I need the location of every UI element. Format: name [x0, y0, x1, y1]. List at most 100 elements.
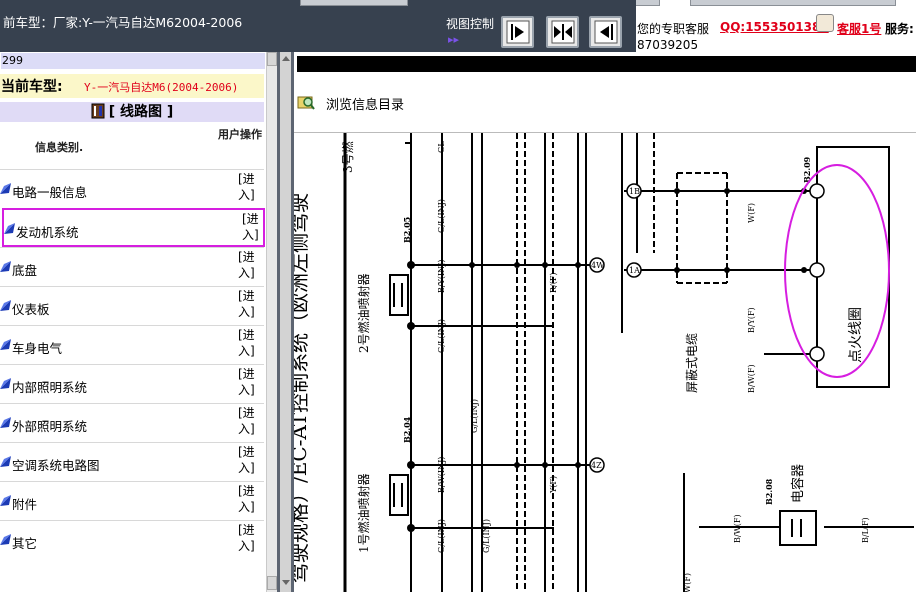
svg-text:W(F): W(F)	[683, 573, 692, 592]
view-left-button[interactable]	[589, 16, 622, 48]
category-label[interactable]: 空调系统电路图	[12, 455, 100, 474]
junction-dots	[407, 188, 807, 532]
scroll-up-icon[interactable]	[282, 56, 290, 61]
node-4z-label: 4Z	[591, 461, 602, 470]
enter-link[interactable]: [进入]	[238, 288, 260, 320]
book-icon	[91, 103, 105, 119]
scroll-up-button[interactable]	[267, 52, 277, 66]
capacitor-label: 电容器	[790, 464, 806, 503]
category-row[interactable]: 内部照明系统 [进入]	[0, 364, 264, 403]
node-labels: 1B 1A 4W 4Z	[589, 183, 642, 473]
row-arrow-icon	[0, 378, 11, 389]
svg-text:B/W(F): B/W(F)	[733, 514, 742, 543]
enter-link[interactable]: [进入]	[238, 327, 260, 359]
scroll-down-button[interactable]	[267, 576, 277, 590]
current-model: 当前车型: Y-一汽马自达M6(2004-2006)	[0, 74, 264, 98]
svg-text:B/Y(F): B/Y(F)	[747, 307, 756, 333]
column-header-category: 信息类别.	[35, 141, 84, 154]
column-header-operation: 用户操作	[218, 128, 262, 141]
category-label[interactable]: 仪表板	[12, 299, 50, 318]
category-row[interactable]: 空调系统电路图 [进入]	[0, 442, 264, 481]
row-arrow-icon	[0, 417, 11, 428]
category-row[interactable]: 底盘 [进入]	[0, 247, 264, 286]
svg-text:G/L(INJ): G/L(INJ)	[470, 399, 479, 433]
diagram-title: 驾驶规格）/EC-AT控制系统（欧洲左侧驾驶	[294, 193, 311, 583]
category-label[interactable]: 附件	[12, 494, 37, 513]
panel-splitter[interactable]	[277, 52, 294, 592]
qq-link[interactable]: QQ:1553501388	[720, 20, 829, 34]
ignition-coil-label: 点火线圈	[848, 307, 864, 363]
node-4w-label: 4W	[591, 261, 605, 270]
enter-link[interactable]: [进入]	[242, 211, 264, 243]
svg-text:G/L(INJ): G/L(INJ)	[437, 319, 446, 353]
category-label[interactable]: 车身电气	[12, 338, 62, 357]
enter-link[interactable]: [进入]	[238, 171, 260, 203]
scroll-down-icon[interactable]	[282, 580, 290, 585]
qq-avatar-icon[interactable]	[816, 14, 834, 32]
category-row[interactable]: 车身电气 [进入]	[0, 325, 264, 364]
category-row[interactable]: 其它 [进入]	[0, 520, 264, 559]
category-label[interactable]: 发动机系统	[16, 222, 79, 241]
svg-text:G/L(INJ): G/L(INJ)	[437, 199, 446, 233]
browse-catalog-label: 浏览信息目录	[326, 98, 405, 113]
svg-text:B/W(F): B/W(F)	[747, 364, 756, 393]
view-control: 视图控制 ▸▸	[443, 0, 636, 52]
category-label[interactable]: 内部照明系统	[12, 377, 87, 396]
category-row[interactable]: 发动机系统 [进入]	[2, 208, 265, 247]
section-title-text: [ 线路图 ]	[108, 104, 174, 120]
component-labels: 3号燃 2号燃油喷射器 1号燃油喷射器 屏蔽式电缆 点火线圈 电容器	[340, 141, 864, 553]
enter-link[interactable]: [进入]	[238, 366, 260, 398]
node-1b-label: 1B	[629, 187, 640, 196]
view-split-button[interactable]	[546, 16, 579, 48]
svg-text:W(F): W(F)	[747, 203, 756, 223]
row-arrow-icon	[4, 223, 15, 234]
svg-text:B2.04: B2.04	[402, 416, 412, 443]
category-label[interactable]: 外部照明系统	[12, 416, 87, 435]
visit-counter: 299	[1, 53, 265, 69]
sidebar: 299 当前车型: Y-一汽马自达M6(2004-2006) [ 线路图 ] 信…	[0, 52, 277, 592]
svg-text:R/(F): R/(F)	[549, 272, 558, 293]
row-arrow-icon	[0, 495, 11, 506]
enter-link[interactable]: [进入]	[238, 249, 260, 281]
view-right-button[interactable]	[501, 16, 534, 48]
sidebar-scrollbar[interactable]	[266, 52, 277, 592]
svg-text:B/Y(INJ): B/Y(INJ)	[437, 260, 446, 293]
category-row[interactable]: 电路一般信息 [进入]	[0, 169, 264, 208]
top-bar: 前车型：厂家:Y-一汽马自达M62004-2006 视图控制 ▸▸ 您的专职客服…	[0, 0, 916, 52]
row-arrow-icon	[0, 300, 11, 311]
current-model-label: 当前车型:	[1, 79, 63, 95]
wiring-diagram: 驾驶规格）/EC-AT控制系统（欧洲左侧驾驶 1B 1A 4W 4Z 3号燃 2…	[294, 132, 916, 592]
category-row[interactable]: 仪表板 [进入]	[0, 286, 264, 325]
top-tab-strip[interactable]	[300, 0, 408, 6]
row-arrow-icon	[0, 261, 11, 272]
category-label[interactable]: 电路一般信息	[12, 182, 87, 201]
svg-text:B/W(INJ): B/W(INJ)	[437, 457, 446, 493]
content-header-bar	[297, 56, 916, 72]
diagram-title-text: 驾驶规格）/EC-AT控制系统（欧洲左侧驾驶	[294, 193, 311, 583]
svg-text:B2.05: B2.05	[402, 217, 412, 243]
enter-link[interactable]: [进入]	[238, 405, 260, 437]
shield-wire-label: 屏蔽式电缆	[685, 333, 699, 393]
category-label[interactable]: 底盘	[12, 260, 37, 279]
svg-text:B2.08: B2.08	[764, 478, 774, 505]
top-tab-strip[interactable]	[690, 0, 896, 6]
window-title: 前车型：厂家:Y-一汽马自达M62004-2006	[3, 15, 243, 30]
category-label[interactable]: 其它	[12, 533, 37, 552]
split-arrows-icon	[551, 20, 575, 44]
view-control-label: 视图控制	[446, 17, 495, 31]
svg-text:GL: GL	[437, 141, 446, 153]
category-row[interactable]: 外部照明系统 [进入]	[0, 403, 264, 442]
svg-text:Y(F): Y(F)	[549, 476, 558, 494]
view-control-pointer-icon: ▸▸	[448, 33, 460, 46]
phone-number: 87039205	[637, 38, 699, 52]
row-arrow-icon	[0, 183, 11, 194]
enter-link[interactable]: [进入]	[238, 483, 260, 515]
splitter-scrollbar[interactable]	[280, 52, 291, 592]
enter-link[interactable]: [进入]	[238, 522, 260, 554]
enter-link[interactable]: [进入]	[238, 444, 260, 476]
kefu-link[interactable]: 客服1号	[837, 20, 881, 37]
svg-text:G/L(INJ): G/L(INJ)	[482, 519, 491, 553]
service-text: 服务:	[885, 22, 914, 36]
category-row[interactable]: 附件 [进入]	[0, 481, 264, 520]
folder-search-icon	[297, 96, 315, 110]
